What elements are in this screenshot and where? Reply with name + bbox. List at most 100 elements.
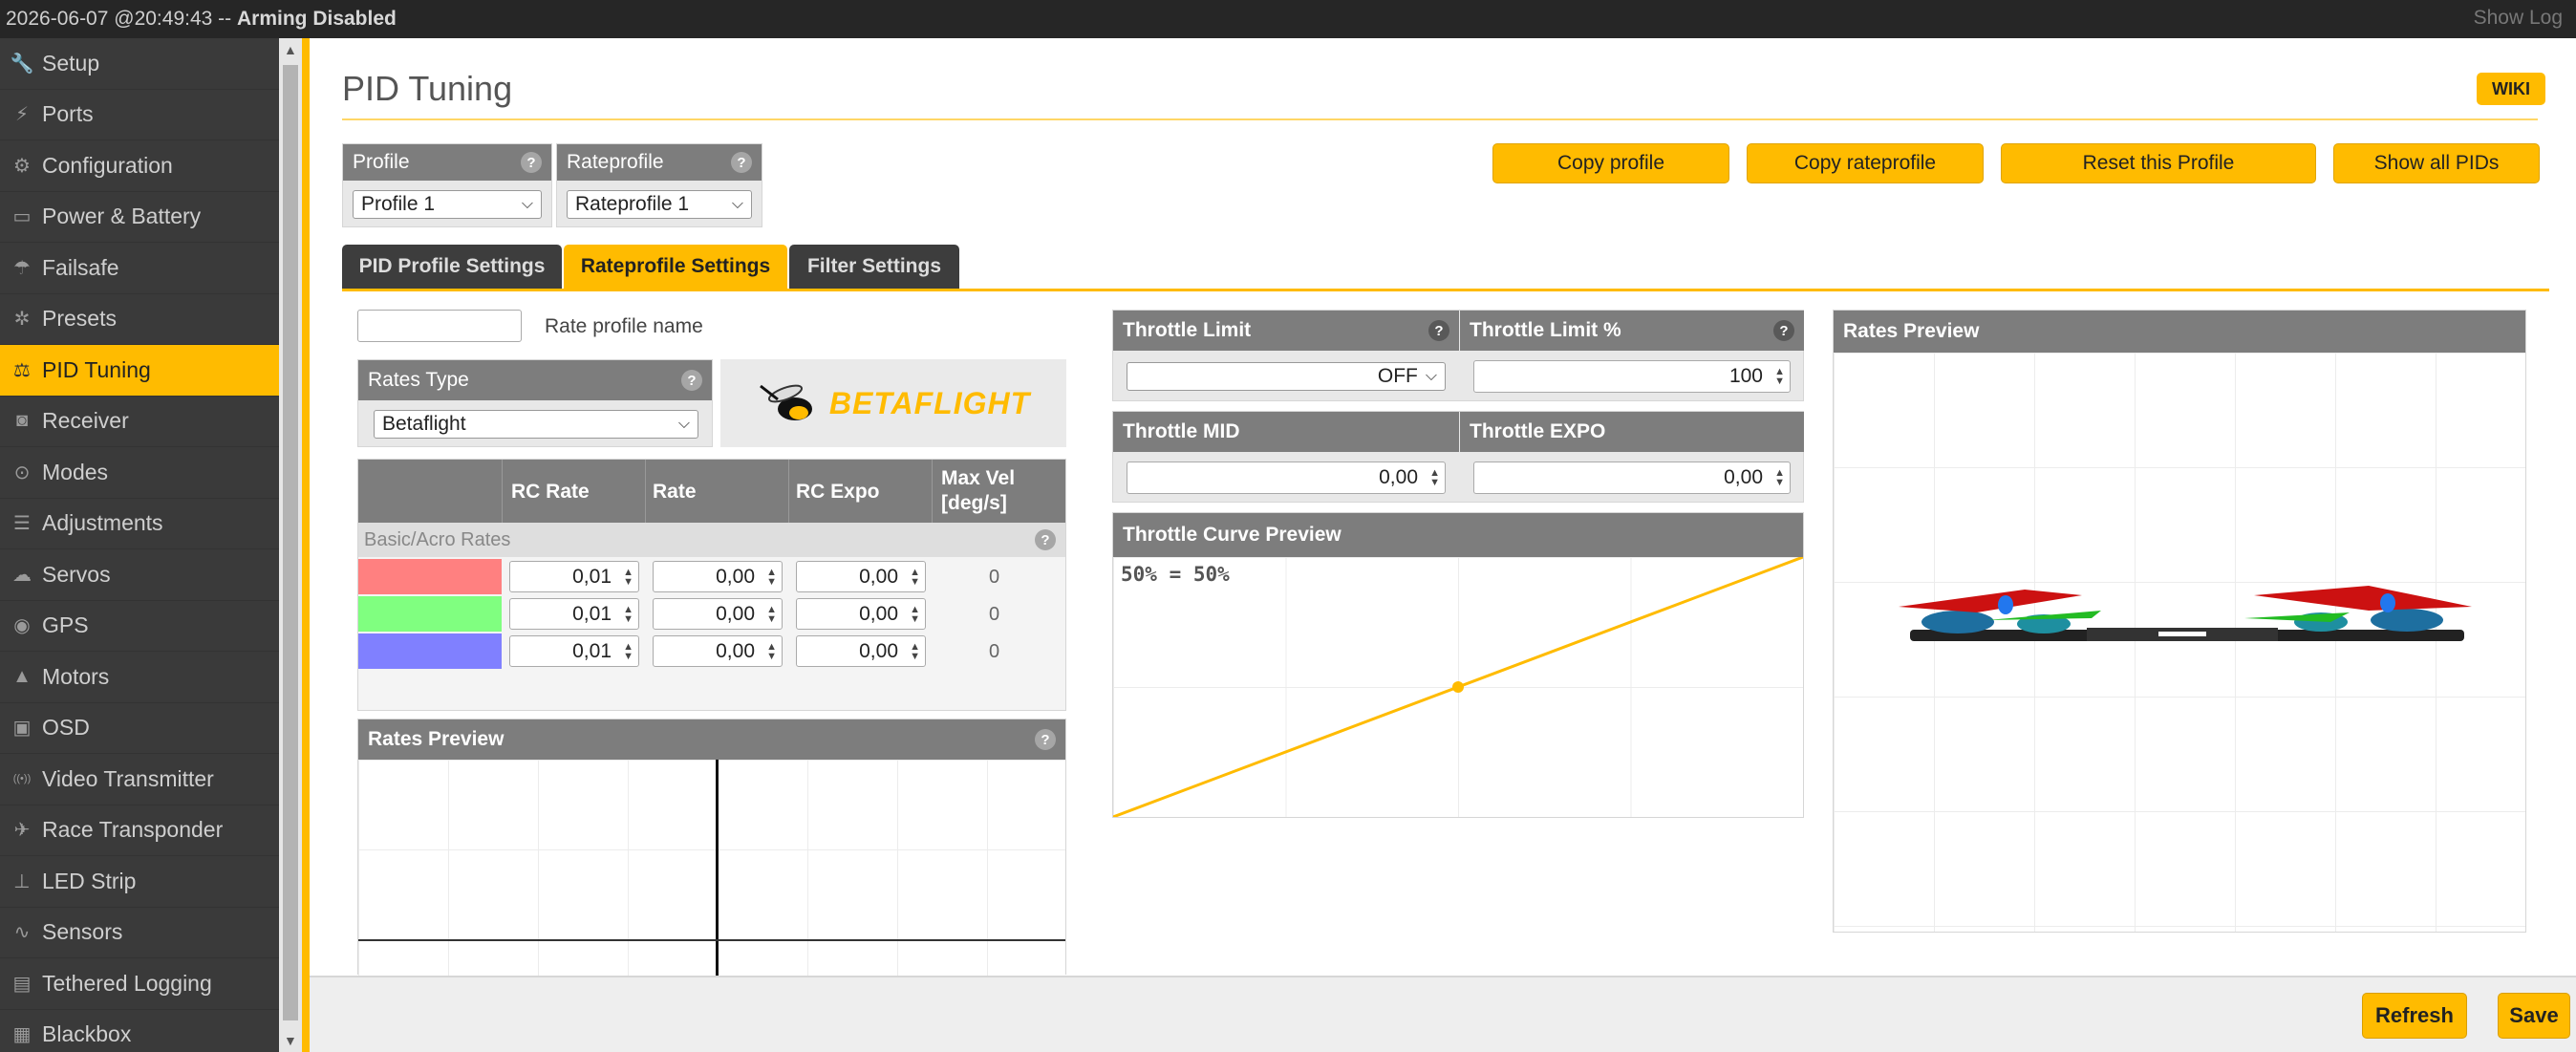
throttle-limit-pct-input[interactable]: 100 ▲ ▼	[1473, 360, 1791, 393]
rc-rate-input[interactable]: 0,01 ▲ ▼	[509, 635, 639, 667]
rate-input[interactable]: 0,00 ▲ ▼	[653, 635, 783, 667]
refresh-button[interactable]: Refresh	[2362, 993, 2467, 1039]
help-icon[interactable]: ?	[521, 152, 542, 173]
col-rc-expo: RC Expo	[796, 481, 880, 503]
sidebar-item-servos[interactable]: ☁ Servos	[0, 549, 279, 601]
sidebar-item-osd[interactable]: ▣ OSD	[0, 703, 279, 754]
axis-color-swatch	[358, 633, 502, 669]
profile-box: Profile ? Profile 1 ⌵	[342, 143, 552, 227]
max-vel-value: 0	[989, 604, 1000, 625]
rc-rate-input[interactable]: 0,01 ▲ ▼	[509, 561, 639, 592]
parachute-icon: ☂	[13, 257, 31, 279]
tab-filter-settings[interactable]: Filter Settings	[789, 245, 959, 289]
scroll-down-icon[interactable]: ▼	[284, 1033, 297, 1048]
spinner-icon[interactable]: ▲ ▼	[1774, 468, 1785, 488]
spinner-icon[interactable]: ▲ ▼	[623, 604, 633, 624]
blackbox-icon: ▦	[12, 1024, 32, 1046]
rates-type-select[interactable]: Betaflight ⌵	[374, 410, 698, 439]
axis-color-swatch	[358, 596, 502, 632]
sidebar: 🔧 Setup ⚡ Ports ⚙ Configuration ▭ Power & Batte…	[0, 38, 279, 1052]
transponder-icon: ✈	[13, 820, 31, 842]
sidebar-item-failsafe[interactable]: ☂ Failsafe	[0, 243, 279, 294]
spinner-icon[interactable]: ▲ ▼	[910, 567, 920, 587]
show-all-pids-button[interactable]: Show all PIDs	[2333, 143, 2540, 183]
copy-profile-button[interactable]: Copy profile	[1492, 143, 1729, 183]
sidebar-item-race-transponder[interactable]: ✈ Race Transponder	[0, 805, 279, 856]
presets-icon: ✲	[13, 309, 31, 331]
spinner-icon[interactable]: ▲ ▼	[623, 641, 633, 661]
help-icon[interactable]: ?	[1428, 320, 1449, 341]
sidebar-scrollbar[interactable]: ▲ ▼	[279, 38, 302, 1052]
tab-pid-profile-settings[interactable]: PID Profile Settings	[342, 245, 562, 289]
sidebar-item-setup[interactable]: 🔧 Setup	[0, 38, 279, 90]
copy-rateprofile-button[interactable]: Copy rateprofile	[1747, 143, 1984, 183]
throttle-expo-input[interactable]: 0,00 ▲ ▼	[1473, 462, 1791, 494]
sidebar-item-presets[interactable]: ✲ Presets	[0, 294, 279, 345]
sidebar-item-receiver[interactable]: ◙ Receiver	[0, 397, 279, 447]
throttle-limit-select[interactable]: OFF ⌵	[1127, 362, 1446, 391]
reset-profile-button[interactable]: Reset this Profile	[2001, 143, 2316, 183]
rateprofile-select[interactable]: Rateprofile 1 ⌵	[567, 190, 752, 219]
table-row: 0,01 ▲ ▼ 0,00 ▲ ▼ 0,00 ▲ ▼ 0	[358, 633, 1065, 671]
rc-rate-input-value: 0,01	[572, 639, 612, 662]
sidebar-item-ports[interactable]: ⚡ Ports	[0, 90, 279, 140]
rc-expo-input[interactable]: 0,00 ▲ ▼	[796, 561, 926, 592]
spinner-icon[interactable]: ▲ ▼	[766, 567, 777, 587]
spinner-icon[interactable]: ▲ ▼	[910, 604, 920, 624]
throttle-limit-value: OFF	[1377, 365, 1418, 387]
col-divider	[502, 460, 503, 523]
sidebar-item-label: Servos	[42, 561, 111, 587]
sidebar-item-blackbox[interactable]: ▦ Blackbox	[0, 1010, 279, 1052]
spinner-icon[interactable]: ▲ ▼	[766, 641, 777, 661]
profile-select[interactable]: Profile 1 ⌵	[353, 190, 542, 219]
sidebar-item-tethered-logging[interactable]: ▤ Tethered Logging	[0, 958, 279, 1010]
rc-rate-input[interactable]: 0,01 ▲ ▼	[509, 598, 639, 630]
arming-status: Arming Disabled	[236, 8, 397, 30]
help-icon[interactable]: ?	[1035, 729, 1056, 750]
spinner-icon[interactable]: ▲ ▼	[1774, 367, 1785, 387]
sidebar-item-led-strip[interactable]: ⊥ LED Strip	[0, 856, 279, 908]
rc-expo-input[interactable]: 0,00 ▲ ▼	[796, 598, 926, 630]
save-button[interactable]: Save	[2498, 993, 2570, 1039]
spinner-icon[interactable]: ▲ ▼	[623, 567, 633, 587]
spinner-icon[interactable]: ▲ ▼	[1429, 468, 1440, 488]
scrollbar-thumb[interactable]	[283, 65, 298, 1020]
sidebar-item-sensors[interactable]: ∿ Sensors	[0, 908, 279, 958]
tab-rateprofile-settings[interactable]: Rateprofile Settings	[564, 245, 787, 289]
sidebar-item-video-transmitter[interactable]: ((•)) Video Transmitter	[0, 754, 279, 805]
help-icon[interactable]: ?	[731, 152, 752, 173]
sidebar-item-label: Tethered Logging	[42, 970, 212, 996]
rate-input[interactable]: 0,00 ▲ ▼	[653, 598, 783, 630]
battery-icon: ▭	[12, 206, 32, 228]
max-vel-value: 0	[989, 567, 1000, 588]
rate-input[interactable]: 0,00 ▲ ▼	[653, 561, 783, 592]
sidebar-item-gps[interactable]: ◉ GPS	[0, 601, 279, 652]
rate-rows: 0,01 ▲ ▼ 0,00 ▲ ▼ 0,00 ▲ ▼ 0 0,01 ▲ ▼ 0,00 ▲ ▼ 0,00 ▲ ▼ 0 0,…	[358, 559, 1065, 671]
spinner-icon[interactable]: ▲ ▼	[766, 604, 777, 624]
throttle-mid-input[interactable]: 0,00 ▲ ▼	[1127, 462, 1446, 494]
sidebar-item-configuration[interactable]: ⚙ Configuration	[0, 140, 279, 192]
help-icon[interactable]: ?	[681, 370, 702, 391]
throttle-curve-canvas: 50% = 50%	[1113, 557, 1803, 817]
col-max-vel: Max Vel	[941, 467, 1016, 489]
wiki-button[interactable]: WIKI	[2477, 73, 2545, 105]
y-axis-line	[716, 760, 719, 976]
spinner-icon[interactable]: ▲ ▼	[910, 641, 920, 661]
throttle-mid-point	[1452, 681, 1464, 693]
rate-profile-name-input[interactable]	[357, 310, 522, 342]
sidebar-item-adjustments[interactable]: ☰ Adjustments	[0, 499, 279, 549]
sidebar-item-power-battery[interactable]: ▭ Power & Battery	[0, 192, 279, 243]
sidebar-item-pid-tuning[interactable]: ⚖ PID Tuning	[0, 345, 279, 397]
sidebar-item-motors[interactable]: ▲ Motors	[0, 652, 279, 703]
rc-rate-input-value: 0,01	[572, 602, 612, 625]
sidebar-item-modes[interactable]: ⊙ Modes	[0, 447, 279, 499]
rc-expo-input[interactable]: 0,00 ▲ ▼	[796, 635, 926, 667]
title-divider	[342, 118, 2538, 120]
scroll-up-icon[interactable]: ▲	[284, 42, 297, 57]
table-row: 0,01 ▲ ▼ 0,00 ▲ ▼ 0,00 ▲ ▼ 0	[358, 559, 1065, 596]
axis-color-swatch	[358, 559, 502, 594]
show-log-link[interactable]: Show Log	[2474, 7, 2563, 30]
help-icon[interactable]: ?	[1035, 529, 1056, 550]
throttle-limit-pct-value: 100	[1728, 365, 1763, 387]
help-icon[interactable]: ?	[1773, 320, 1794, 341]
